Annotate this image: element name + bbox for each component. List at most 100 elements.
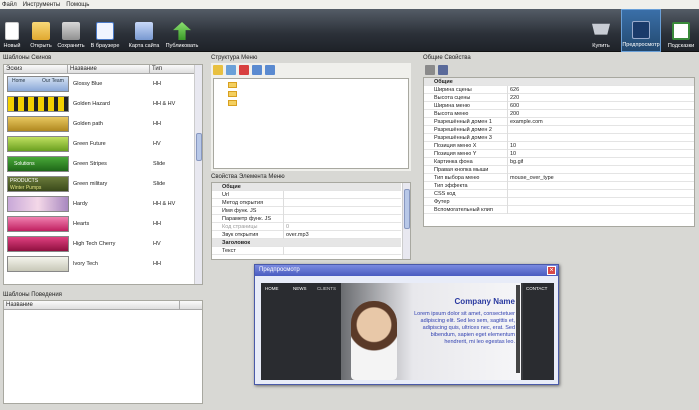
scrollbar-thumb[interactable] — [404, 189, 410, 229]
general-prop-row[interactable]: Разрешённый домен 3 — [424, 134, 694, 142]
publish-arrow-icon — [173, 22, 191, 40]
general-prop-row[interactable]: Вспомогательный клип — [424, 206, 694, 214]
general-prop-row[interactable]: CSS код — [424, 190, 694, 198]
general-prop-row[interactable]: Тип выбора меню mouse_over_type — [424, 174, 694, 182]
delete-item-icon[interactable] — [239, 65, 249, 75]
save-disk-icon — [62, 22, 80, 40]
preview-content: Company Name Lorem ipsum dolor sit amet,… — [341, 283, 521, 380]
prop-row[interactable]: Параметр функ. JS — [212, 215, 401, 223]
preview-nav-contact[interactable]: CONTACT — [526, 286, 547, 291]
template-thumbnail — [7, 236, 69, 252]
new-button[interactable]: Новый — [2, 9, 22, 52]
preview-nav-clients[interactable]: CLIENTS — [317, 286, 336, 291]
hints-icon — [672, 22, 690, 40]
scrollbar-thumb[interactable] — [196, 133, 202, 161]
general-prop-row[interactable]: Ширина меню 600 — [424, 102, 694, 110]
preview-button[interactable]: Предпросмотр — [621, 9, 661, 52]
general-props-grid: Общие Ширина сцены 626 Высота сцены 220 Шири… — [423, 77, 695, 227]
element-props-title: Свойства Элемента Меню — [211, 174, 285, 180]
preview-title-bar: Предпросмотр × — [255, 265, 558, 276]
general-prop-row[interactable]: Тип эффекта — [424, 182, 694, 190]
preview-window: Предпросмотр × HOME NEWS CLIENTS Company… — [254, 264, 559, 385]
menu-structure-panel — [211, 63, 411, 171]
template-row[interactable]: Golden path HH — [4, 114, 196, 134]
hints-button[interactable]: Подсказки — [665, 9, 697, 52]
templates-title: Шаблоны Скинов — [3, 55, 52, 61]
preview-nav-news[interactable]: NEWS — [293, 286, 307, 291]
template-thumbnail — [7, 196, 69, 212]
props-scrollbar[interactable] — [402, 183, 410, 259]
general-prop-row[interactable]: Картинка фона bg.gif — [424, 158, 694, 166]
close-icon[interactable]: × — [547, 266, 556, 275]
general-prop-row[interactable]: Разрешённый домен 1 example.com — [424, 118, 694, 126]
template-row[interactable]: Home Our Team Glossy Blue HH — [4, 74, 196, 94]
move-down-icon[interactable] — [265, 65, 275, 75]
sitemap-button[interactable]: Карта сайта — [128, 9, 160, 52]
general-prop-row[interactable]: Ширина сцены 626 — [424, 86, 694, 94]
template-thumbnail — [7, 116, 69, 132]
publish-button[interactable]: Публиковать — [165, 9, 199, 52]
template-thumbnail — [7, 136, 69, 152]
menu-structure-title: Структура Меню — [211, 55, 258, 61]
move-up-icon[interactable] — [252, 65, 262, 75]
tree-folder-icon[interactable] — [228, 82, 237, 88]
template-thumbnail — [7, 216, 69, 232]
tree-folder-icon[interactable] — [228, 91, 237, 97]
col-behavior-name[interactable]: Название — [4, 301, 180, 309]
templates-list: Эскиз Название Тип Home Our Team Glossy … — [3, 64, 203, 285]
prop-row[interactable]: Звук открытия over.mp3 — [212, 231, 401, 239]
menu-help[interactable]: Помощь — [66, 2, 89, 8]
templates-scrollbar[interactable] — [194, 65, 202, 284]
template-row[interactable]: Hardy HH & HV — [4, 194, 196, 214]
add-item-icon[interactable] — [213, 65, 223, 75]
tree-folder-icon[interactable] — [228, 100, 237, 106]
template-row[interactable]: PRODUCTS Winter Pumps Green military Sli… — [4, 174, 196, 194]
element-props-grid: Общие Url Метод открытия Имя функ. JS Па… — [211, 182, 411, 260]
categorized-icon[interactable] — [425, 65, 435, 75]
template-thumbnail: Solutions — [7, 156, 69, 172]
template-thumbnail: PRODUCTS Winter Pumps — [7, 176, 69, 192]
prop-row[interactable]: Имя функ. JS — [212, 207, 401, 215]
template-thumbnail — [7, 96, 69, 112]
prop-row[interactable]: Метод открытия — [212, 199, 401, 207]
general-prop-row[interactable]: Высота сцены 220 — [424, 94, 694, 102]
col-thumb[interactable]: Эскиз — [4, 65, 68, 73]
general-prop-row[interactable]: Позиция меню X 10 — [424, 142, 694, 150]
buy-button[interactable]: Купить — [588, 9, 614, 52]
template-row[interactable]: Hearts HH — [4, 214, 196, 234]
general-prop-row[interactable]: Правая кнопка мыши — [424, 166, 694, 174]
menu-tools[interactable]: Инструменты — [23, 2, 60, 8]
general-prop-row[interactable]: Футер — [424, 198, 694, 206]
preview-company-name: Company Name — [454, 297, 515, 306]
preview-nav-home[interactable]: HOME — [265, 286, 279, 291]
general-prop-row[interactable]: Высота меню 200 — [424, 110, 694, 118]
col-type[interactable]: Тип — [150, 65, 196, 73]
template-row[interactable]: Golden Hazard HH & HV — [4, 94, 196, 114]
template-row[interactable]: Ivory Tech HH — [4, 254, 196, 274]
general-prop-row[interactable]: Разрешённый домен 2 — [424, 126, 694, 134]
save-button[interactable]: Сохранить — [57, 9, 85, 52]
template-row[interactable]: Solutions Green Stripes Slide — [4, 154, 196, 174]
menu-file[interactable]: Файл — [2, 2, 17, 8]
preview-person-image — [351, 301, 397, 380]
browser-preview-icon — [96, 22, 114, 40]
prop-row[interactable]: Код страницы 0 — [212, 223, 401, 231]
template-row[interactable]: High Tech Cherry HV — [4, 234, 196, 254]
cart-icon — [592, 23, 610, 35]
open-button[interactable]: Открыть — [28, 9, 54, 52]
folder-open-icon — [32, 22, 50, 40]
browser-button[interactable]: В браузере — [89, 9, 121, 52]
general-prop-row[interactable]: Позиция меню Y 10 — [424, 150, 694, 158]
add-subitem-icon[interactable] — [226, 65, 236, 75]
sort-az-icon[interactable] — [438, 65, 448, 75]
toolbar: Новый Открыть Сохранить В браузере Карта… — [0, 9, 699, 52]
templates-header: Эскиз Название Тип — [4, 65, 202, 74]
col-name[interactable]: Название — [68, 65, 150, 73]
preview-scrollbar[interactable] — [516, 285, 520, 373]
template-row[interactable]: Green Future HV — [4, 134, 196, 154]
new-file-icon — [5, 22, 19, 40]
prop-row[interactable]: Url — [212, 191, 401, 199]
prop-row[interactable]: Текст — [212, 247, 401, 255]
general-toolbar — [423, 63, 693, 77]
preview-right-strip: CONTACT — [523, 283, 554, 380]
